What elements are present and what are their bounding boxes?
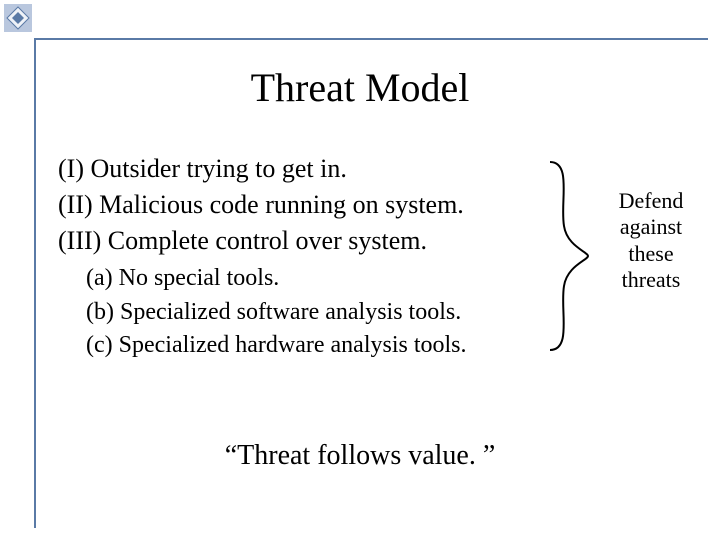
diamond-bullet-icon	[4, 4, 32, 32]
sub-list: (a) No special tools. (b) Specialized so…	[86, 263, 558, 361]
threat-item-2: (II) Malicious code running on system.	[58, 188, 558, 222]
threat-item-3: (III) Complete control over system.	[58, 224, 558, 258]
sub-item-a: (a) No special tools.	[86, 263, 558, 294]
annotation-line: these	[596, 241, 706, 267]
annotation-line: threats	[596, 267, 706, 293]
sub-item-c: (c) Specialized hardware analysis tools.	[86, 330, 558, 361]
horizontal-rule	[34, 38, 708, 40]
threat-item-1: (I) Outsider trying to get in.	[58, 152, 558, 186]
sub-item-b: (b) Specialized software analysis tools.	[86, 297, 558, 328]
body-text: (I) Outsider trying to get in. (II) Mali…	[58, 150, 558, 363]
curly-brace-icon	[540, 156, 600, 356]
slide-title: Threat Model	[0, 64, 720, 111]
annotation-line: against	[596, 214, 706, 240]
quote-text: “Threat follows value. ”	[0, 440, 720, 472]
slide: Threat Model (I) Outsider trying to get …	[0, 0, 720, 540]
annotation-line: Defend	[596, 188, 706, 214]
annotation-text: Defend against these threats	[596, 188, 706, 294]
